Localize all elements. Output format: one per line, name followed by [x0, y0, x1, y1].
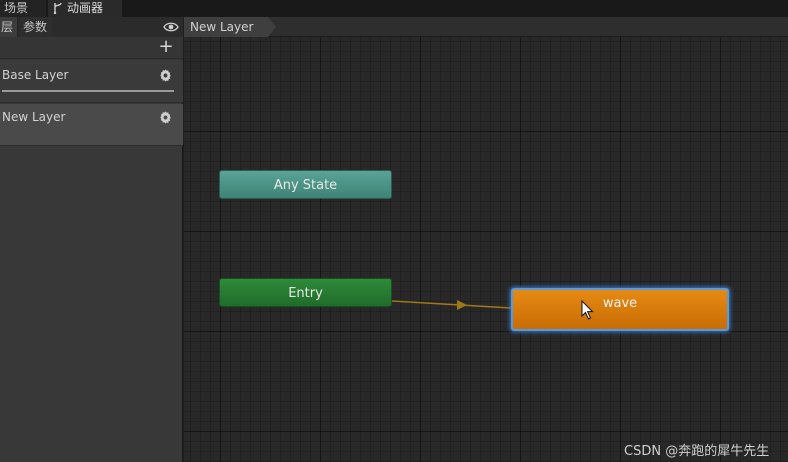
tab-scene-label: 场景 — [4, 1, 29, 15]
state-node-label: Entry — [288, 286, 323, 301]
tab-layers-label: 层 — [1, 20, 14, 34]
layer-item-base-layer[interactable]: Base Layer — [0, 60, 183, 103]
tab-scene[interactable]: 场景 — [0, 0, 46, 17]
eye-icon[interactable] — [163, 21, 179, 33]
layer-label: New Layer — [2, 110, 66, 124]
state-node-label: wave — [602, 296, 638, 311]
state-node-label: Any State — [273, 178, 338, 193]
mouse-cursor-icon — [581, 300, 594, 320]
branch-icon — [53, 2, 62, 14]
tab-parameters-label: 参数 — [23, 20, 48, 34]
layer-item-new-layer[interactable]: New Layer — [0, 104, 183, 146]
tab-animator-label: 动画器 — [67, 1, 104, 15]
layer-label: Base Layer — [2, 68, 69, 82]
state-node-any-state[interactable]: Any State — [219, 170, 392, 199]
window-tab-bar: 场景 动画器 — [0, 0, 788, 17]
transition-arrow[interactable] — [184, 17, 788, 462]
state-node-wave[interactable]: wave — [511, 288, 729, 331]
gear-icon[interactable] — [159, 111, 172, 124]
sidebar-tab-bar: 层 参数 — [0, 17, 183, 37]
layer-weight-bar — [2, 90, 174, 92]
add-layer-row: + — [0, 37, 183, 59]
breadcrumb-arrow — [268, 17, 276, 37]
breadcrumb-item[interactable]: New Layer — [184, 17, 268, 37]
state-node-entry[interactable]: Entry — [219, 278, 392, 307]
layers-sidebar: 层 参数 + Base Layer New Layer — [0, 17, 183, 462]
plus-icon[interactable]: + — [158, 38, 174, 56]
breadcrumb: New Layer — [184, 17, 788, 37]
tab-layers[interactable]: 层 — [0, 17, 18, 37]
animator-graph[interactable]: New Layer Any State Entry wave — [184, 17, 788, 462]
tab-parameters[interactable]: 参数 — [20, 17, 52, 37]
watermark: CSDN @奔跑的犀牛先生 — [624, 444, 770, 459]
tab-animator[interactable]: 动画器 — [48, 0, 122, 17]
gear-icon[interactable] — [159, 69, 172, 82]
